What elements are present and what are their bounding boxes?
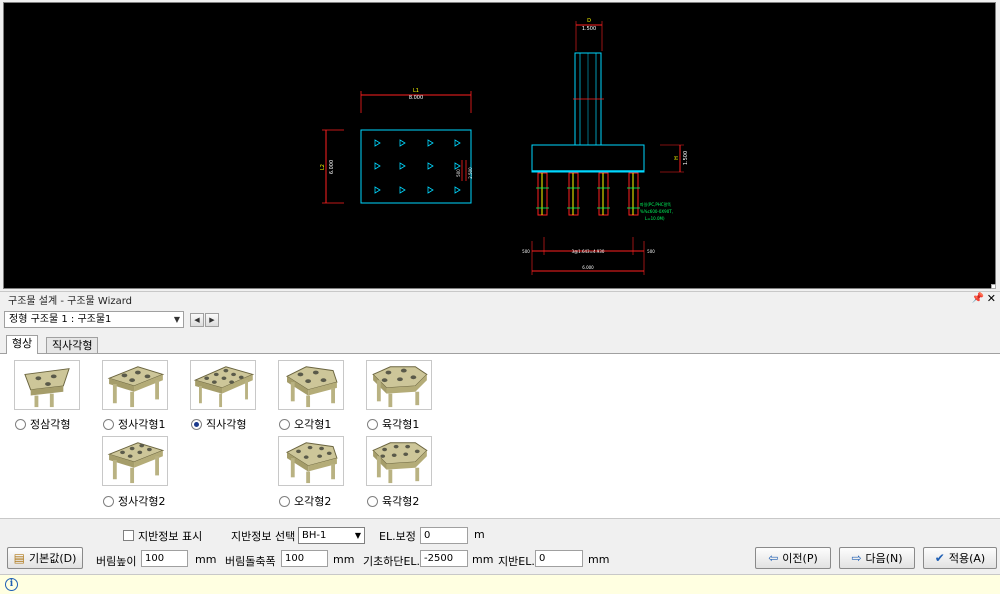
ground-el-input[interactable]: 0: [535, 550, 583, 567]
el-correction-unit: m: [474, 528, 485, 541]
footing-height-label: H: [674, 156, 680, 160]
close-icon[interactable]: ✕: [987, 292, 996, 305]
el-correction-label: EL.보정: [379, 530, 416, 543]
plan-height-label: L2: [320, 164, 326, 170]
tab-rectangle[interactable]: 직사각형: [46, 337, 99, 354]
shape-gallery: 정삼각형 정사각형1 직사각형 오각형1 육각형1 정사각형2 오각형2 육각형…: [0, 354, 1000, 518]
ground-el-label: 지반EL.: [498, 555, 535, 568]
panel-title: 구조물 설계 - 구조물 Wizard: [8, 296, 133, 307]
plan-view: L1 8.000 L2 6.000 500 2.500: [320, 88, 473, 204]
radio-hexagon1[interactable]: 육각형1: [367, 417, 419, 431]
ground-info-show-checkbox[interactable]: [123, 530, 134, 541]
shape-image-rectangle[interactable]: [190, 360, 256, 410]
elevation-view: D 1.500 H 1.500 파일(PC,PHC말뚝 %%c600-0X90T…: [522, 18, 689, 275]
plan-width-label: L1: [413, 88, 419, 94]
next-structure-button[interactable]: ▶: [205, 313, 219, 327]
default-button[interactable]: ▤ 기본값(D): [7, 547, 83, 569]
cad-drawing: L1 8.000 L2 6.000 500 2.500 D 1.500 H 1.…: [320, 18, 689, 275]
radio-triangle[interactable]: 정삼각형: [15, 417, 70, 431]
arrow-right-icon: ▶: [209, 316, 215, 324]
bottom-dim-left: 500: [522, 249, 530, 254]
shape-image-square2[interactable]: [102, 436, 168, 486]
plan-width-value: 8.000: [409, 95, 423, 101]
bottom-dim-mid: 3@1.643=4.930: [572, 249, 605, 254]
structure-select-value: 정형 구조물 1 : 구조물1: [9, 314, 112, 325]
shape-image-pentagon2[interactable]: [278, 436, 344, 486]
pedestal-height-label: 버림높이: [96, 555, 137, 568]
tab-shape[interactable]: 형상: [6, 335, 39, 354]
ground-info-select-label: 지반정보 선택: [231, 530, 296, 543]
chevron-down-icon: ▼: [354, 531, 361, 540]
ground-info-show-label: 지반정보 표시: [138, 530, 203, 543]
pedestal-height-unit: mm: [195, 553, 217, 566]
chevron-down-icon: ▼: [173, 315, 180, 324]
prev-button[interactable]: ⇦ 이전(P): [755, 547, 831, 569]
base-el-label: 기초하단EL.: [363, 555, 421, 568]
column-value: 1.500: [582, 26, 596, 32]
cad-viewport[interactable]: L1 8.000 L2 6.000 500 2.500 D 1.500 H 1.…: [3, 2, 996, 289]
pile-note-1: 파일(PC,PHC말뚝: [640, 201, 671, 207]
prev-structure-button[interactable]: ◀: [190, 313, 204, 327]
radio-pentagon1[interactable]: 오각형1: [279, 417, 331, 431]
ground-info-select[interactable]: BH-1 ▼: [298, 527, 365, 544]
cad-resize-handle[interactable]: [991, 284, 996, 289]
structure-select[interactable]: 정형 구조물 1 : 구조물1 ▼: [4, 311, 184, 328]
shape-image-triangle[interactable]: [14, 360, 80, 410]
next-button[interactable]: ⇨ 다음(N): [839, 547, 915, 569]
radio-square1[interactable]: 정사각형1: [103, 417, 165, 431]
base-el-unit: mm: [472, 553, 494, 566]
arrow-right-icon: ⇨: [851, 551, 862, 565]
pedestal-width-input[interactable]: 100: [281, 550, 328, 567]
status-bar: i: [0, 574, 1000, 594]
plan-small-dim2: 2.500: [468, 167, 473, 179]
info-icon: i: [5, 578, 18, 591]
apply-button[interactable]: ✔ 적용(A): [923, 547, 997, 569]
plan-small-dim: 500: [456, 169, 461, 177]
pedestal-height-input[interactable]: 100: [141, 550, 188, 567]
radio-rectangle[interactable]: 직사각형: [191, 417, 246, 431]
pile-note-2: %%c600-0X90T,: [640, 209, 673, 214]
shape-image-pentagon1[interactable]: [278, 360, 344, 410]
pin-icon[interactable]: 📌: [972, 293, 984, 304]
radio-hexagon2[interactable]: 육각형2: [367, 494, 419, 508]
pile-note-3: L=10.0M): [645, 216, 665, 221]
shape-image-hexagon1[interactable]: [366, 360, 432, 410]
ground-el-unit: mm: [588, 553, 610, 566]
pedestal-width-label: 버림돌축폭: [225, 555, 276, 568]
settings-icon: ▤: [13, 551, 25, 565]
radio-square2[interactable]: 정사각형2: [103, 494, 165, 508]
column-label: D: [587, 18, 591, 24]
shape-image-square1[interactable]: [102, 360, 168, 410]
wizard-window: L1 8.000 L2 6.000 500 2.500 D 1.500 H 1.…: [0, 0, 1000, 594]
panel-header: 구조물 설계 - 구조물 Wizard 📌 ✕: [0, 291, 1000, 307]
arrow-left-icon: ◀: [194, 316, 200, 324]
plan-height-value: 6.000: [329, 160, 335, 174]
checkmark-icon: ✔: [934, 551, 945, 565]
el-correction-input[interactable]: 0: [420, 527, 468, 544]
base-el-input[interactable]: -2500: [420, 550, 468, 567]
pedestal-width-unit: mm: [333, 553, 355, 566]
shape-image-hexagon2[interactable]: [366, 436, 432, 486]
arrow-left-icon: ⇦: [768, 551, 779, 565]
radio-pentagon2[interactable]: 오각형2: [279, 494, 331, 508]
bottom-total: 6.000: [582, 265, 594, 270]
bottom-dim-right: 500: [647, 249, 655, 254]
footing-height-value: 1.500: [683, 151, 689, 165]
